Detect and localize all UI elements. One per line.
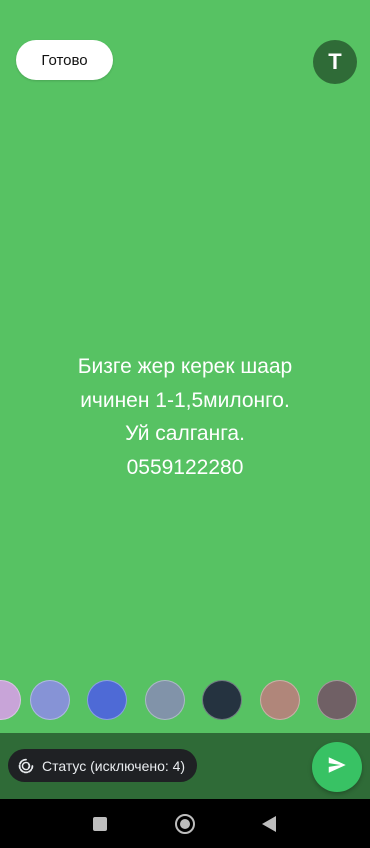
color-swatch-pink[interactable] [0, 680, 21, 720]
triangle-back-icon[interactable] [256, 811, 282, 837]
bottom-bar: Статус (исключено: 4) [0, 733, 370, 799]
status-text-line: Уй салганга. [125, 422, 245, 445]
send-icon [326, 754, 348, 781]
color-swatch-slate-gray[interactable] [145, 680, 185, 720]
color-swatch-dark-navy[interactable] [202, 680, 242, 720]
circle-home-icon[interactable] [172, 811, 198, 837]
status-text-line: 0559122280 [126, 455, 244, 479]
square-recents-icon[interactable] [87, 811, 113, 837]
system-nav-bar [0, 799, 370, 848]
status-text-line: ичинен 1-1,5милонго. [80, 388, 290, 412]
status-privacy-icon [18, 758, 34, 774]
status-privacy-chip[interactable]: Статус (исключено: 4) [8, 749, 198, 782]
color-palette [0, 680, 370, 720]
color-swatch-taupe[interactable] [317, 680, 357, 720]
status-text-line: Бизге жер керек шаар [77, 355, 293, 378]
status-privacy-label: Статус (исключено: 4) [42, 757, 186, 774]
color-swatch-dusty-rose[interactable] [260, 680, 300, 720]
status-text[interactable]: Бизге жер керек шаар ичинен 1-1,5милонго… [20, 350, 350, 484]
status-composer-screen: Готово T Бизге жер керек шаар ичинен 1-1… [0, 0, 370, 848]
send-button[interactable] [312, 742, 362, 792]
color-swatch-lavender[interactable] [30, 680, 70, 720]
done-button[interactable]: Готово [16, 40, 113, 80]
text-mode-button[interactable]: T [313, 40, 357, 84]
color-swatch-blue[interactable] [87, 680, 127, 720]
